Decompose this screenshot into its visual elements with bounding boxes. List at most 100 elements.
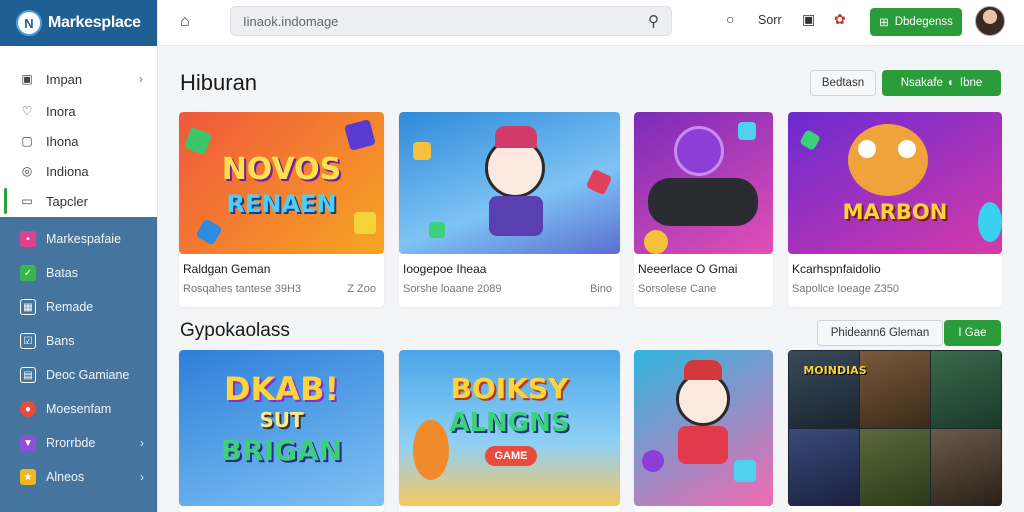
search-placeholder: Iinaok.indomage (243, 14, 339, 29)
art-title: DKAB! (223, 370, 340, 408)
chat-icon: ▤ (20, 367, 36, 383)
circle-icon: ◎ (21, 164, 33, 178)
store-icon: ▪ (20, 231, 36, 247)
sidebar-item-alneos[interactable]: ★ Alneos › (0, 460, 157, 494)
brand-header[interactable]: N Markesplace (0, 0, 157, 46)
art-title: MOINDIAS (803, 364, 867, 377)
game-badge: GAME (485, 446, 537, 466)
chevron-right-icon: › (140, 470, 144, 484)
sidebar-item-inora[interactable]: ♡ Inora (0, 96, 157, 126)
game-card[interactable]: MOINDIAS (788, 350, 1002, 512)
gamepad-icon[interactable]: ▣ (802, 11, 815, 28)
game-meta-right: Z Zoo (347, 283, 376, 295)
game-card[interactable]: BOIKSY ALNGNS GAME (399, 350, 620, 512)
section-action-button[interactable]: Nsakafe ◐ Ibne (882, 70, 1001, 96)
section-action-extra: Ibne (959, 77, 983, 89)
filter-button[interactable]: Bedtasn (810, 70, 876, 96)
home-icon[interactable]: ⌂ (180, 13, 190, 31)
section-title: Gypokaolass (180, 320, 290, 341)
star-icon: ★ (20, 469, 36, 485)
game-meta: Rosqahes tantese 39H3 (183, 283, 302, 295)
sidebar-item-batas[interactable]: ✓ Batas (0, 256, 157, 290)
sidebar-item-remade[interactable]: ▦ Remade (0, 290, 157, 324)
game-meta-right: Bino (589, 283, 612, 295)
sidebar-item-tapcler[interactable]: ▭ Tapcler (0, 186, 157, 216)
search-icon[interactable]: ⚲ (648, 12, 659, 30)
sidebar-item-impan[interactable]: ▣ Impan › (0, 62, 157, 96)
section-action-label: I Gae (958, 327, 987, 339)
art-subtitle: BRIGAN (220, 434, 343, 467)
globe-icon: ● (20, 401, 36, 417)
box-check-icon: ☑ (20, 333, 36, 349)
sidebar-item-deoc-gamiane[interactable]: ▤ Deoc Gamiane (0, 358, 157, 392)
check-icon: ✓ (20, 265, 36, 281)
art-title: MARBON (842, 200, 948, 224)
sidebar-item-label: Bans (46, 334, 75, 348)
avatar[interactable] (975, 6, 1005, 36)
sidebar-item-label: Deoc Gamiane (46, 368, 130, 382)
primary-action-label: Dbdegenss (894, 16, 953, 28)
grid-icon: ⊞ (879, 17, 889, 29)
game-thumbnail: MOINDIAS (788, 350, 1002, 506)
art-title: NOVOS (221, 152, 342, 187)
game-card[interactable]: DKAB! SUT BRIGAN (179, 350, 384, 512)
section-action-label: Nsakafe (900, 77, 943, 89)
sidebar: N Markesplace ▣ Impan › ♡ Inora ▢ Ihona … (0, 0, 158, 512)
game-card[interactable]: NOVOS RENAEN Raldgan Geman Rosqahes tant… (179, 112, 384, 307)
game-thumbnail: BOIKSY ALNGNS GAME (399, 350, 620, 506)
search-input[interactable]: Iinaok.indomage ⚲ (230, 6, 672, 36)
box-icon: ▢ (21, 134, 33, 148)
sort-button[interactable]: Sorr (758, 13, 782, 27)
art-subtitle: RENAEN (226, 190, 337, 218)
sidebar-item-label: Impan (46, 71, 83, 87)
game-card[interactable] (634, 350, 773, 512)
search-icon[interactable]: ○ (726, 11, 734, 27)
sidebar-item-label: Markespafaie (46, 232, 122, 246)
shield-icon: ▼ (20, 435, 36, 451)
game-meta: Sorsolese Cane (638, 283, 717, 295)
tag-icon: ▭ (21, 194, 33, 208)
art-title: BOIKSY (450, 372, 569, 405)
game-title: Neeerlace O Gmai (638, 262, 738, 276)
sidebar-item-label: Moesenfam (46, 402, 112, 416)
filter-button[interactable]: Phideann6 Gleman (817, 320, 943, 346)
art-subtitle: ALNGNS (449, 408, 570, 438)
secondary-nav: ▪ Markespafaie ✓ Batas ▦ Remade ☑ Bans ▤… (0, 217, 157, 512)
sidebar-item-label: Indiona (46, 163, 89, 179)
notification-icon[interactable]: ✿ (834, 11, 846, 28)
game-card[interactable]: MARBON Kcarhspnfaidolio Sapollce Ioeage … (788, 112, 1002, 307)
game-card[interactable]: Neeerlace O Gmai Sorsolese Cane (634, 112, 773, 307)
toggle-icon: ◐ (947, 77, 955, 89)
heart-icon: ♡ (21, 104, 33, 118)
primary-action-button[interactable]: ⊞ Dbdegenss (870, 8, 962, 36)
sidebar-item-markespafaie[interactable]: ▪ Markespafaie (0, 222, 157, 256)
game-thumbnail: DKAB! SUT BRIGAN (179, 350, 384, 506)
sidebar-item-label: Alneos (46, 470, 85, 484)
sidebar-item-moesenfam[interactable]: ● Moesenfam (0, 392, 157, 426)
main-content: Hiburan Bedtasn Nsakafe ◐ Ibne NOVOS REN… (158, 46, 1024, 512)
section-action-button[interactable]: I Gae (944, 320, 1001, 346)
grid-icon: ▦ (20, 299, 36, 315)
game-meta: Sorshe loaane 2089 (403, 283, 502, 295)
sidebar-item-label: Remade (46, 300, 94, 314)
brand-logo-icon: N (16, 10, 42, 36)
game-thumbnail: MARBON (788, 112, 1002, 254)
game-card[interactable]: Ioogepoe Iheaa Sorshe loaane 2089 Bino (399, 112, 620, 307)
topbar: ⌂ Iinaok.indomage ⚲ ○ Sorr ▣ ✿ ⊞ Dbdegen… (158, 0, 1024, 46)
chevron-right-icon: › (140, 436, 144, 450)
game-title: Raldgan Geman (183, 262, 271, 276)
game-thumbnail (634, 112, 773, 254)
sidebar-item-label: Batas (46, 266, 78, 280)
sidebar-item-indiona[interactable]: ◎ Indiona (0, 156, 157, 186)
sidebar-item-ihona[interactable]: ▢ Ihona (0, 126, 157, 156)
sidebar-item-label: Tapcler (46, 193, 88, 209)
sidebar-item-label: Inora (46, 103, 76, 119)
sidebar-item-label: Ihona (46, 133, 79, 149)
game-thumbnail (399, 112, 620, 254)
primary-nav: ▣ Impan › ♡ Inora ▢ Ihona ◎ Indiona ▭ Ta… (0, 46, 157, 216)
section-title: Hiburan (180, 70, 258, 95)
game-meta: Sapollce Ioeage Z350 (792, 283, 900, 295)
sidebar-item-rrorrbde[interactable]: ▼ Rrorrbde › (0, 426, 157, 460)
sidebar-item-bans[interactable]: ☑ Bans (0, 324, 157, 358)
game-title: Kcarhspnfaidolio (792, 262, 881, 276)
